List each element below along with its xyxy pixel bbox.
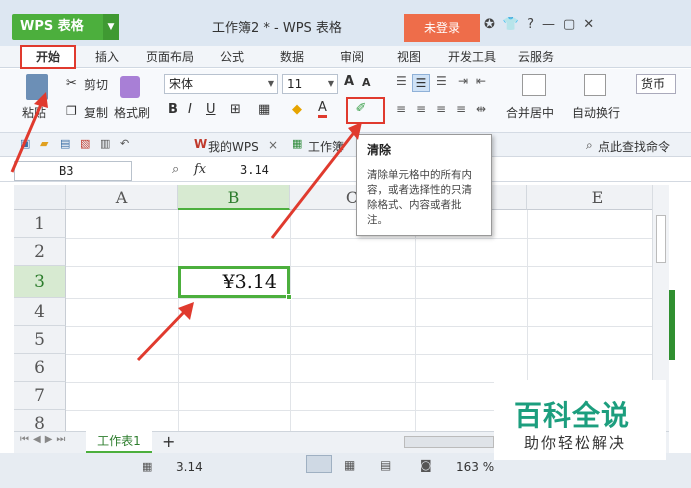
watermark: 百科全说 助你轻松解决 xyxy=(494,380,666,460)
annotation-arrow xyxy=(136,308,188,362)
annotation-arrow xyxy=(10,101,44,173)
watermark-subtitle: 助你轻松解决 xyxy=(524,434,627,452)
watermark-title: 百科全说 xyxy=(514,399,631,432)
arrowhead-icon xyxy=(34,92,48,108)
annotation-arrow xyxy=(270,129,358,239)
